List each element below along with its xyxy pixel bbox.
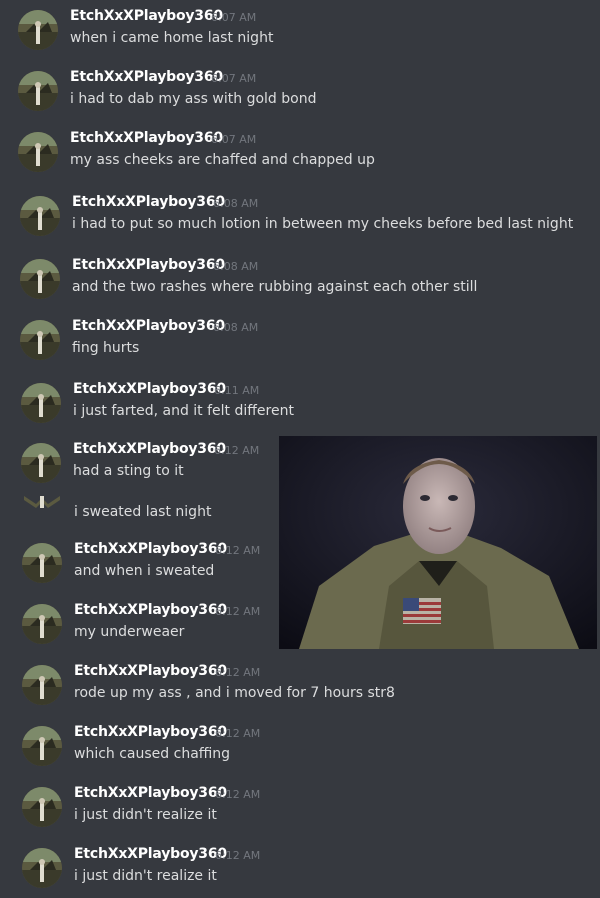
message: EtchXxXPlayboy360 6:12 AM rode up my ass… — [0, 655, 600, 715]
timestamp: 6:12 AM — [214, 444, 260, 457]
timestamp: 6:12 AM — [215, 666, 261, 679]
message-text: rode up my ass , and i moved for 7 hours… — [74, 685, 395, 701]
username[interactable]: EtchXxXPlayboy360 — [72, 257, 225, 273]
message-text: my underweaer — [74, 624, 185, 640]
message: EtchXxXPlayboy360 6:11 AM i just farted,… — [0, 373, 600, 433]
timestamp: 6:12 AM — [215, 727, 261, 740]
username[interactable]: EtchXxXPlayboy360 — [73, 441, 226, 457]
username[interactable]: EtchXxXPlayboy360 — [70, 8, 223, 24]
username[interactable]: EtchXxXPlayboy360 — [74, 541, 227, 557]
message: EtchXxXPlayboy360 6:07 AM when i came ho… — [0, 0, 600, 60]
message-text: my ass cheeks are chaffed and chapped up — [70, 152, 375, 168]
timestamp: 6:08 AM — [213, 321, 259, 334]
avatar[interactable] — [22, 665, 62, 705]
avatar[interactable] — [21, 443, 61, 483]
avatar[interactable] — [22, 543, 62, 583]
message: EtchXxXPlayboy360 6:08 AM and the two ra… — [0, 249, 600, 309]
username[interactable]: EtchXxXPlayboy360 — [74, 663, 227, 679]
avatar[interactable] — [18, 132, 58, 172]
avatar[interactable] — [20, 196, 60, 236]
username[interactable]: EtchXxXPlayboy360 — [74, 785, 227, 801]
avatar[interactable] — [22, 848, 62, 888]
avatar[interactable] — [22, 787, 62, 827]
message-text: and the two rashes where rubbing against… — [72, 279, 478, 295]
message-text: i sweated last night — [74, 504, 212, 520]
avatar — [22, 494, 62, 512]
username[interactable]: EtchXxXPlayboy360 — [70, 130, 223, 146]
username[interactable]: EtchXxXPlayboy360 — [70, 69, 223, 85]
chat-message-list: EtchXxXPlayboy360 6:07 AM when i came ho… — [0, 0, 600, 898]
message: EtchXxXPlayboy360 6:07 AM my ass cheeks … — [0, 122, 600, 182]
message-text: i had to dab my ass with gold bond — [70, 91, 317, 107]
message-text: i just didn't realize it — [74, 868, 217, 884]
avatar[interactable] — [22, 604, 62, 644]
message-text: i just farted, and it felt different — [73, 403, 294, 419]
message: EtchXxXPlayboy360 6:12 AM i just didn't … — [0, 838, 600, 898]
avatar[interactable] — [18, 10, 58, 50]
message-text: which caused chaffing — [74, 746, 231, 762]
avatar[interactable] — [18, 71, 58, 111]
message-text: had a sting to it — [73, 463, 184, 479]
message: EtchXxXPlayboy360 6:12 AM i just didn't … — [0, 777, 600, 837]
avatar[interactable] — [21, 383, 61, 423]
message: EtchXxXPlayboy360 6:12 AM which caused c… — [0, 716, 600, 776]
avatar[interactable] — [20, 320, 60, 360]
username[interactable]: EtchXxXPlayboy360 — [72, 318, 225, 334]
timestamp: 6:12 AM — [215, 788, 261, 801]
username[interactable]: EtchXxXPlayboy360 — [72, 194, 225, 210]
timestamp: 6:08 AM — [213, 260, 259, 273]
timestamp: 6:07 AM — [211, 72, 257, 85]
username[interactable]: EtchXxXPlayboy360 — [73, 381, 226, 397]
timestamp: 6:07 AM — [211, 133, 257, 146]
message: EtchXxXPlayboy360 6:07 AM i had to dab m… — [0, 61, 600, 121]
embedded-photo[interactable] — [279, 436, 597, 649]
message: EtchXxXPlayboy360 6:08 AM i had to put s… — [0, 186, 600, 246]
message: EtchXxXPlayboy360 6:08 AM fing hurts — [0, 310, 600, 370]
timestamp: 6:12 AM — [215, 605, 261, 618]
message-text: i had to put so much lotion in between m… — [72, 216, 574, 232]
message-text: when i came home last night — [70, 30, 274, 46]
timestamp: 6:12 AM — [215, 849, 261, 862]
message-text: i just didn't realize it — [74, 807, 217, 823]
message-text: and when i sweated — [74, 563, 215, 579]
username[interactable]: EtchXxXPlayboy360 — [74, 846, 227, 862]
avatar[interactable] — [20, 259, 60, 299]
timestamp: 6:12 AM — [215, 544, 261, 557]
avatar[interactable] — [22, 726, 62, 766]
timestamp: 6:11 AM — [214, 384, 260, 397]
username[interactable]: EtchXxXPlayboy360 — [74, 724, 227, 740]
timestamp: 6:08 AM — [213, 197, 259, 210]
timestamp: 6:07 AM — [211, 11, 257, 24]
username[interactable]: EtchXxXPlayboy360 — [74, 602, 227, 618]
message-text: fing hurts — [72, 340, 140, 356]
